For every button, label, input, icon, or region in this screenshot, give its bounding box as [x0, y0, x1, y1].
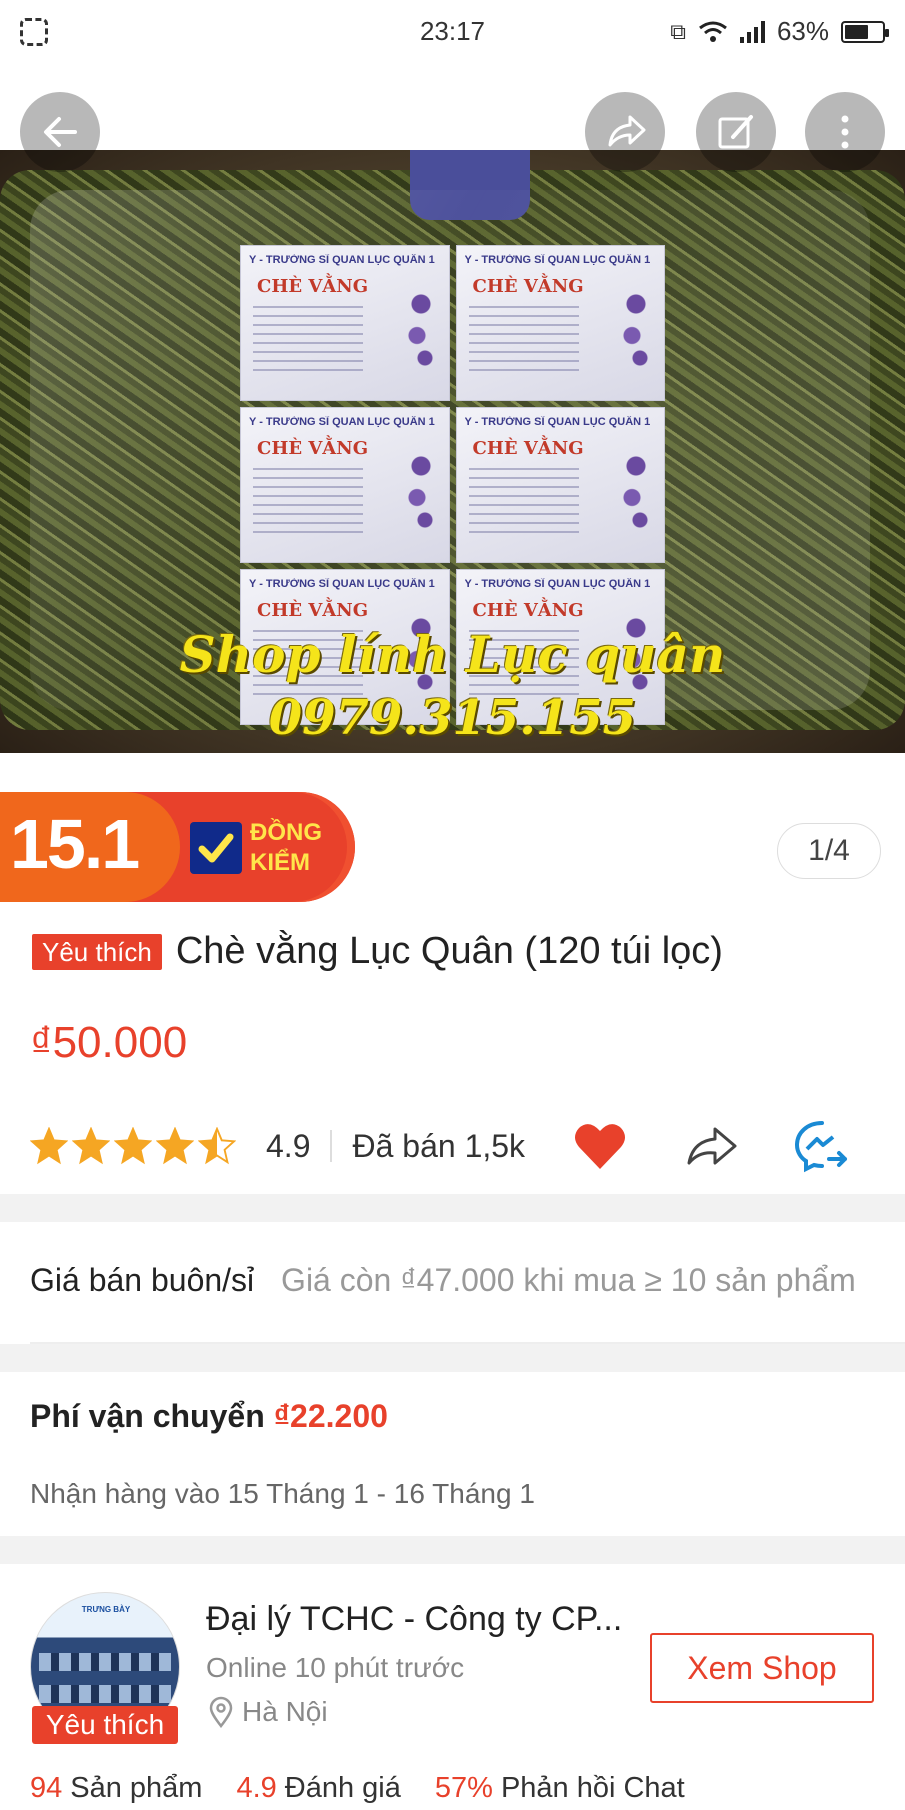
packet-header: Y - TRƯỜNG SĨ QUAN LỤC QUÂN 1	[249, 254, 435, 266]
watermark-phone: 0979.315.155	[268, 690, 637, 746]
star-icon	[198, 1127, 236, 1165]
shop-stat-number: 94	[30, 1772, 63, 1804]
star-icon	[156, 1127, 194, 1165]
promo-number: 15.1	[10, 805, 140, 883]
shipping-label: Phí vận chuyển	[30, 1398, 265, 1434]
shop-stat-label: Đánh giá	[284, 1772, 401, 1804]
share-button[interactable]	[585, 92, 665, 172]
rating-value: 4.9	[266, 1127, 311, 1164]
packet-header: Y - TRƯỜNG SĨ QUAN LỤC QUÂN 1	[464, 416, 651, 428]
shop-stat-number: 57%	[434, 1772, 493, 1804]
product-title: Chè vằng Lục Quân (120 túi lọc)	[175, 930, 723, 972]
tea-packet: Y - TRƯỜNG SĨ QUAN LỤC QUÂN 1 CHÈ VẰNG	[455, 407, 665, 563]
wholesale-label: Giá bán buôn/sỉ	[30, 1262, 255, 1298]
back-arrow-icon	[44, 117, 77, 147]
edit-button[interactable]	[696, 92, 776, 172]
shop-location-text: Hà Nội	[242, 1696, 328, 1727]
share-arrow-icon	[687, 1127, 737, 1165]
packet-title: CHÈ VẰNG	[257, 276, 369, 297]
shop-stats: 94 Sản phẩm 4.9 Đánh giá 57% Phản hồi Chat	[30, 1772, 685, 1805]
rating-stars	[30, 1127, 236, 1165]
edit-icon	[718, 115, 753, 149]
section-gap	[0, 1536, 905, 1564]
shop-stat: 94 Sản phẩm	[30, 1772, 202, 1805]
packet-header: Y - TRƯỜNG SĨ QUAN LỤC QUÂN 1	[249, 578, 435, 590]
favorite-tag: Yêu thích	[32, 933, 162, 970]
product-price: ₫50.000	[30, 1018, 188, 1067]
delivery-date: Nhận hàng vào 15 Tháng 1 - 16 Tháng 1	[30, 1478, 535, 1509]
rating-row: 4.9 Đã bán 1,5k	[30, 1118, 880, 1174]
shop-stat: 57% Phản hồi Chat	[435, 1772, 685, 1805]
packet-header: Y - TRƯỜNG SĨ QUAN LỤC QUÂN 1	[464, 254, 651, 266]
check-icon	[190, 822, 242, 874]
more-vertical-icon	[841, 115, 849, 149]
product-image[interactable]: Y - TRƯỜNG SĨ QUAN LỤC QUÂN 1 CHÈ VẰNG Y -…	[0, 150, 905, 753]
packet-header: Y - TRƯỜNG SĨ QUAN LỤC QUÂN 1	[464, 578, 651, 590]
share-icon	[608, 115, 646, 147]
packet-title: CHÈ VẰNG	[257, 600, 369, 621]
section-gap	[0, 1344, 905, 1372]
shop-online-status: Online 10 phút trước	[206, 1652, 465, 1683]
messenger-share-icon	[794, 1121, 847, 1173]
promo-label-1: ĐỒNG	[250, 819, 322, 846]
messenger-share-button[interactable]	[792, 1118, 852, 1174]
shop-stat: 4.9 Đánh giá	[236, 1772, 400, 1805]
sim-icon: ⧉	[670, 18, 686, 44]
location-pin-icon	[209, 1696, 233, 1728]
wholesale-value: Giá còn ₫47.000 khi mua ≥ 10 sản phẩm	[281, 1262, 856, 1298]
view-shop-button[interactable]: Xem Shop	[650, 1633, 874, 1703]
battery-percent: 63%	[776, 16, 829, 46]
section-gap	[0, 1194, 905, 1222]
shop-location: Hà Nội	[206, 1696, 328, 1728]
star-icon	[114, 1127, 152, 1165]
packet-title: CHÈ VẰNG	[472, 600, 584, 621]
divider	[330, 1130, 333, 1162]
share-product-button[interactable]	[682, 1118, 742, 1174]
back-button[interactable]	[20, 92, 100, 172]
tea-packet: Y - TRƯỜNG SĨ QUAN LỤC QUÂN 1 CHÈ VẰNG	[240, 407, 450, 563]
battery-icon	[841, 20, 889, 43]
packet-title: CHÈ VẰNG	[257, 438, 369, 459]
shop-stat-label: Phản hồi Chat	[500, 1772, 685, 1804]
packet-title: CHÈ VẰNG	[472, 276, 584, 297]
heart-icon	[575, 1124, 625, 1169]
star-icon	[30, 1127, 68, 1165]
watermark-shop-name: Shop lính Lục quân	[179, 625, 726, 684]
wifi-icon	[699, 21, 727, 42]
image-counter: 1/4	[777, 823, 881, 879]
promo-badge: 15.1 ĐỒNG KIỂM	[0, 792, 355, 902]
shipping-fee: ₫22.200	[273, 1398, 388, 1434]
more-button[interactable]	[805, 92, 885, 172]
tea-packet: Y - TRƯỜNG SĨ QUAN LỤC QUÂN 1 CHÈ VẰNG	[455, 245, 665, 401]
packet-header: Y - TRƯỜNG SĨ QUAN LỤC QUÂN 1	[249, 416, 435, 428]
shipping-row[interactable]: Phí vận chuyển ₫22.200	[30, 1398, 388, 1435]
status-bar: 23:17 ⧉ 63%	[0, 0, 905, 66]
like-button[interactable]	[570, 1118, 630, 1174]
shop-favorite-tag: Yêu thích	[32, 1706, 178, 1744]
star-icon	[72, 1127, 110, 1165]
wholesale-row[interactable]: Giá bán buôn/sỉ Giá còn ₫47.000 khi mua …	[30, 1262, 905, 1299]
packet-title: CHÈ VẰNG	[472, 438, 584, 459]
shop-name[interactable]: Đại lý TCHC - Công ty CP...	[206, 1600, 622, 1639]
promo-label-2: KIỂM	[250, 849, 310, 876]
tea-packet: Y - TRƯỜNG SĨ QUAN LỤC QUÂN 1 CHÈ VẰNG	[240, 245, 450, 401]
signal-icon	[739, 20, 765, 43]
shop-stat-number: 4.9	[236, 1772, 277, 1804]
shop-stat-label: Sản phẩm	[70, 1772, 203, 1804]
sold-count: Đã bán 1,5k	[352, 1127, 526, 1164]
